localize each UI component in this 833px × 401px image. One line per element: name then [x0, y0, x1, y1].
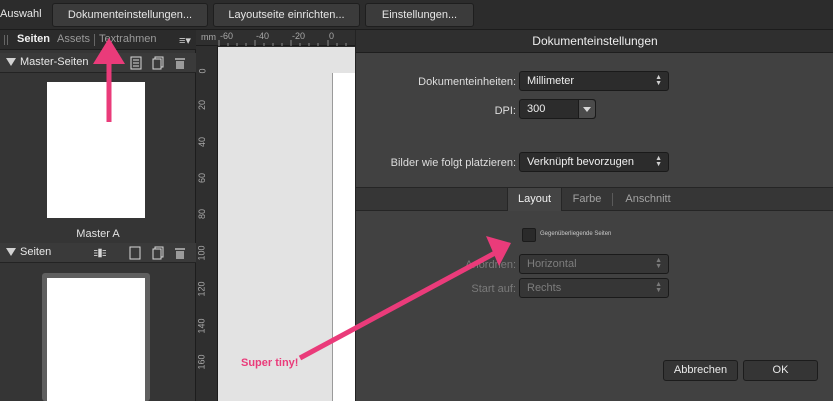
- annotation-arrow-diagonal: [298, 250, 497, 361]
- annotation-arrows: [93, 38, 511, 361]
- annotation-text: Super tiny!: [241, 357, 299, 369]
- app-window: Auswahl Dokumenteinstellungen... Layouts…: [0, 0, 833, 401]
- annotation-arrowhead: [93, 38, 125, 64]
- annotation-arrowhead: [486, 236, 511, 266]
